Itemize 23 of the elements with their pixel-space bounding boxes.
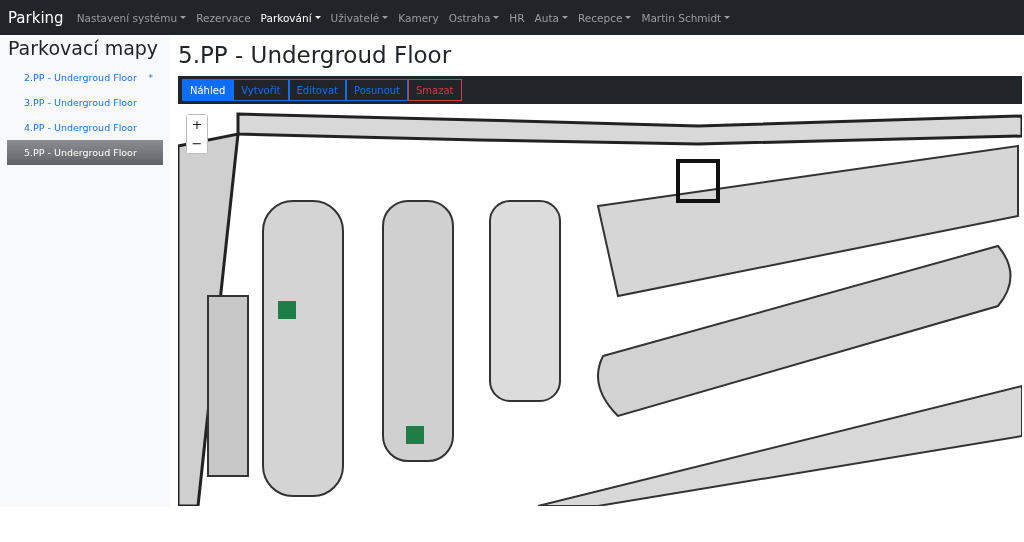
nav-menu-item[interactable]: Auta: [529, 11, 573, 24]
nav-menu-item[interactable]: HR: [504, 11, 530, 24]
floor-link[interactable]: 4.PP - Undergroud Floor: [7, 115, 163, 140]
toolbar-button[interactable]: Náhled: [182, 79, 234, 101]
toolbar-button[interactable]: Smazat: [408, 79, 462, 101]
toolbar-button[interactable]: Editovat: [288, 79, 346, 101]
brand-link[interactable]: Parking: [8, 8, 64, 27]
nav-menu-item[interactable]: Martin Schmidt: [636, 11, 736, 24]
nav-menu-item[interactable]: Nastavení systému: [71, 11, 192, 24]
floor-link[interactable]: 2.PP - Undergroud Floor *: [7, 65, 163, 90]
nav-menu-item[interactable]: Ostraha: [443, 11, 505, 24]
floor-link[interactable]: 5.PP - Undergroud Floor: [7, 140, 163, 165]
nav-menu-item[interactable]: Kamery: [393, 11, 444, 24]
nav-menu-item[interactable]: Uživatelé: [325, 11, 394, 24]
floor-link[interactable]: 3.PP - Undergroud Floor: [7, 90, 163, 115]
nav-menu-item[interactable]: Parkování: [255, 11, 326, 24]
toolbar-button[interactable]: Vytvořit: [233, 79, 289, 101]
marker-text: *: [148, 72, 153, 83]
toolbar-button[interactable]: Posunout: [345, 79, 408, 101]
sidebar-title: Parkovací mapy: [8, 37, 160, 59]
nav-menu-item[interactable]: Rezervace: [191, 11, 256, 24]
nav-menu-item[interactable]: Recepce: [572, 11, 637, 24]
page-title: 5.PP - Undergroud Floor: [178, 42, 453, 68]
